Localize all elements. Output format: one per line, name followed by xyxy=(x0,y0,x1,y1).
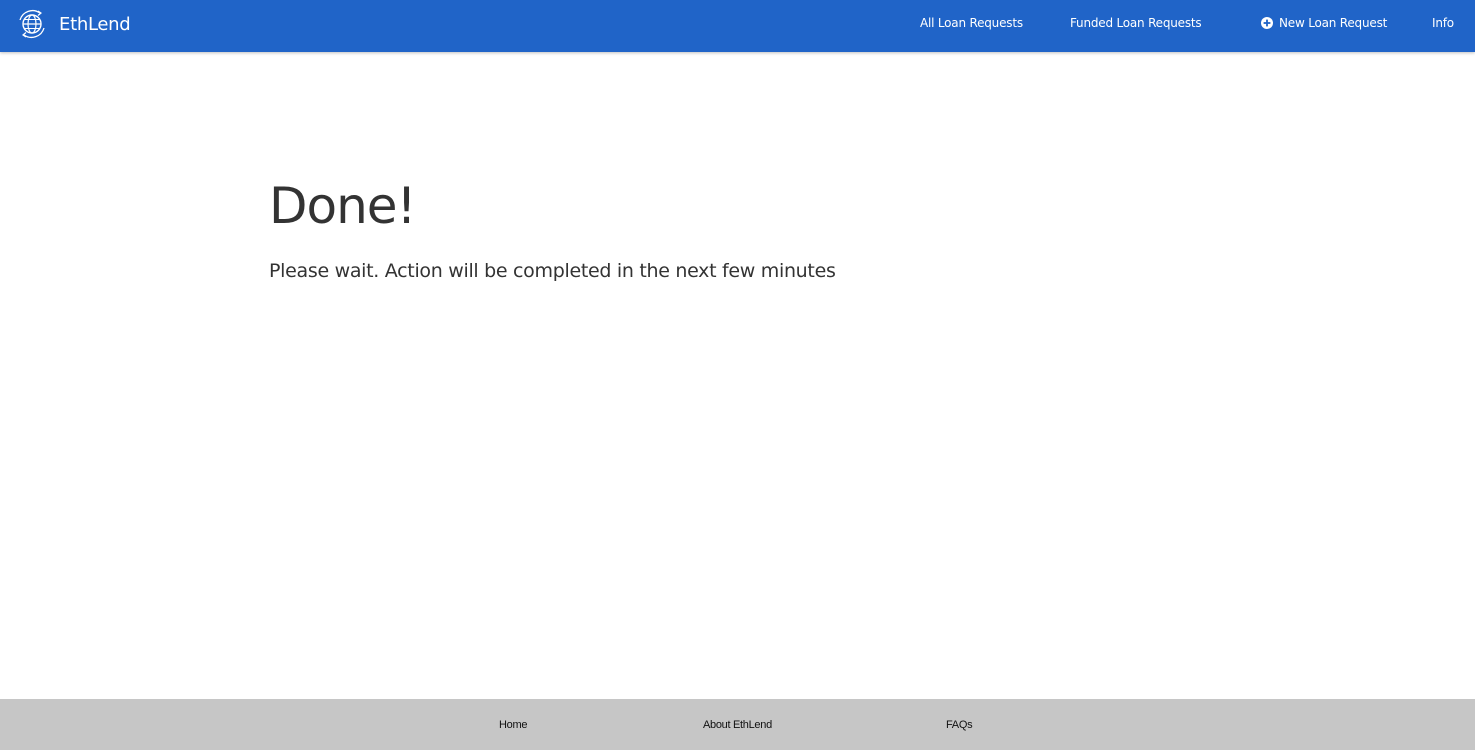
nav-new-loan-request-label: New Loan Request xyxy=(1279,16,1388,30)
plus-circle-icon xyxy=(1261,17,1273,29)
main-content: Done! Please wait. Action will be comple… xyxy=(269,172,1169,282)
footer-link-about[interactable]: About EthLend xyxy=(703,719,772,731)
brand-name: EthLend xyxy=(59,13,131,35)
page-title: Done! xyxy=(269,177,417,235)
nav-funded-loan-requests[interactable]: Funded Loan Requests xyxy=(1070,16,1202,30)
footer-link-home[interactable]: Home xyxy=(499,719,527,731)
nav-new-loan-request[interactable]: New Loan Request xyxy=(1261,16,1387,30)
status-message: Please wait. Action will be completed in… xyxy=(269,260,836,282)
footer: Home About EthLend FAQs xyxy=(0,699,1475,750)
top-navbar: EthLend All Loan Requests Funded Loan Re… xyxy=(0,0,1475,52)
footer-link-faqs[interactable]: FAQs xyxy=(946,719,973,731)
nav-info[interactable]: Info xyxy=(1432,16,1454,30)
globe-icon xyxy=(16,8,48,40)
brand-logo-link[interactable]: EthLend xyxy=(16,8,131,40)
nav-all-loan-requests[interactable]: All Loan Requests xyxy=(920,16,1023,30)
